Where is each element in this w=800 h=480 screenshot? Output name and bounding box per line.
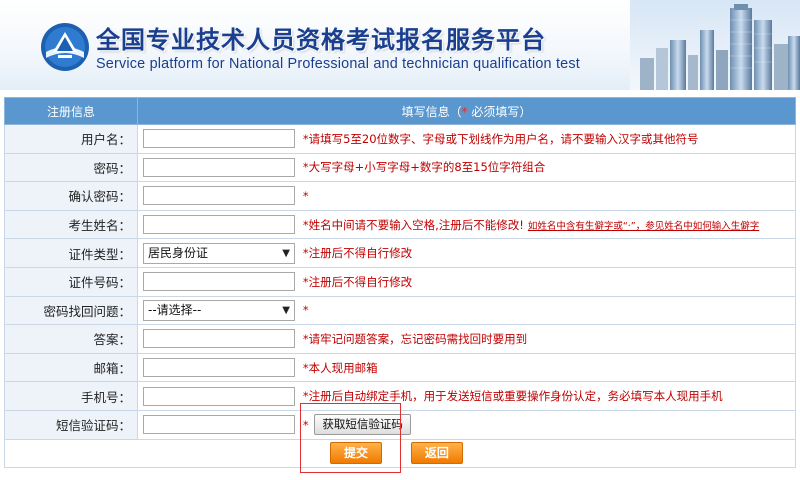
label-email: 邮箱： xyxy=(4,352,138,383)
label-id-type: 证件类型： xyxy=(4,238,138,268)
answer-hint: *请牢记问题答案，忘记密码需找回时要用到 xyxy=(302,331,528,346)
security-question-selected-value: --请选择-- xyxy=(148,302,202,317)
emblem-icon xyxy=(41,23,89,71)
col-header-info: 注册信息 xyxy=(4,97,138,125)
label-answer: 答案： xyxy=(4,324,138,354)
city-skyline-illustration xyxy=(630,0,800,90)
site-banner: 全国专业技术人员资格考试报名服务平台 Service platform for … xyxy=(0,0,800,90)
rare-character-help-link[interactable]: 如姓名中含有生僻字或“·”，参见姓名中如何输入生僻字 xyxy=(528,221,759,232)
label-name: 考生姓名： xyxy=(4,209,138,240)
row-name: 考生姓名： *姓名中间请不要输入空格,注册后不能修改! 如姓名中含有生僻字或“·”… xyxy=(4,209,796,240)
row-username: 用户名： *请填写5至20位数字、字母或下划线作为用户名，请不要输入汉字或其他符… xyxy=(4,124,796,154)
sms-code-input[interactable] xyxy=(143,415,295,435)
username-hint: *请填写5至20位数字、字母或下划线作为用户名，请不要输入汉字或其他符号 xyxy=(302,131,699,146)
dropdown-arrow-icon: ▼ xyxy=(282,247,290,259)
back-button[interactable]: 返回 xyxy=(410,442,463,465)
label-phone: 手机号： xyxy=(4,381,138,411)
label-id-number: 证件号码： xyxy=(4,266,138,297)
site-subtitle: Service platform for National Profession… xyxy=(96,56,580,72)
answer-input[interactable] xyxy=(143,329,295,349)
row-password: 密码： *大写字母+小写字母+数字的8至15位字符组合 xyxy=(4,152,796,183)
row-confirm-password: 确认密码： * xyxy=(4,181,796,211)
name-input[interactable] xyxy=(143,215,295,235)
label-sms-code: 短信验证码： xyxy=(4,409,138,440)
confirm-password-hint: * xyxy=(302,188,309,203)
id-type-select[interactable]: 居民身份证 ▼ xyxy=(143,242,295,264)
label-confirm-password: 确认密码： xyxy=(4,181,138,211)
site-title: 全国专业技术人员资格考试报名服务平台 xyxy=(96,26,546,54)
row-id-number: 证件号码： *注册后不得自行修改 xyxy=(4,266,796,297)
highlight-box xyxy=(300,403,401,473)
password-input[interactable] xyxy=(143,157,295,177)
security-question-select[interactable]: --请选择-- ▼ xyxy=(143,299,295,321)
col-header-fill: 填写信息（* 必须填写） xyxy=(137,97,796,125)
label-security-question: 密码找回问题： xyxy=(4,295,138,326)
id-number-input[interactable] xyxy=(143,272,295,292)
row-email: 邮箱： *本人现用邮箱 xyxy=(4,352,796,383)
col-header-suffix: 必须填写） xyxy=(467,104,532,119)
row-security-question: 密码找回问题： --请选择-- ▼ * xyxy=(4,295,796,326)
security-question-hint: * xyxy=(302,303,309,318)
username-input[interactable] xyxy=(143,129,295,149)
phone-hint: *注册后自动绑定手机，用于发送短信或重要操作身份认定，务必填写本人现用手机 xyxy=(302,389,723,404)
id-number-hint: *注册后不得自行修改 xyxy=(302,274,413,289)
id-type-hint: *注册后不得自行修改 xyxy=(302,246,413,261)
email-input[interactable] xyxy=(143,358,295,378)
row-answer: 答案： *请牢记问题答案，忘记密码需找回时要用到 xyxy=(4,324,796,354)
label-password: 密码： xyxy=(4,152,138,183)
phone-input[interactable] xyxy=(143,386,295,406)
password-hint: *大写字母+小写字母+数字的8至15位字符组合 xyxy=(302,160,546,175)
confirm-password-input[interactable] xyxy=(143,186,295,206)
id-type-selected-value: 居民身份证 xyxy=(148,245,209,260)
email-hint: *本人现用邮箱 xyxy=(302,360,378,375)
row-id-type: 证件类型： 居民身份证 ▼ *注册后不得自行修改 xyxy=(4,238,796,268)
col-header-prefix: 填写信息（ xyxy=(401,104,462,119)
dropdown-arrow-icon: ▼ xyxy=(282,304,290,316)
label-username: 用户名： xyxy=(4,124,138,154)
name-hint: *姓名中间请不要输入空格,注册后不能修改! xyxy=(302,217,524,232)
table-header-row: 注册信息 填写信息（* 必须填写） xyxy=(4,97,796,125)
